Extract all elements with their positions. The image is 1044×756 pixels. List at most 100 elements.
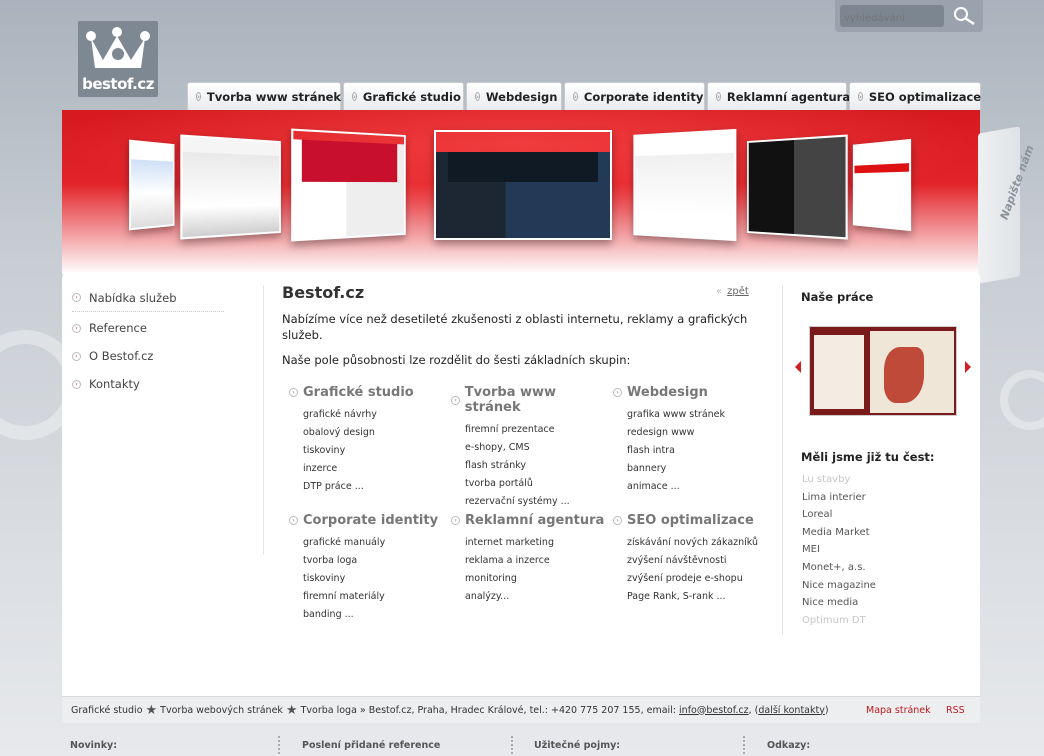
bottom-latest-references[interactable]: Poslení přidané reference bbox=[302, 740, 440, 751]
tab-tvorba-www[interactable]: › Tvorba www stránek bbox=[187, 82, 341, 110]
logo[interactable]: bestof.cz bbox=[78, 21, 158, 97]
service-group-title[interactable]: › Grafické studio bbox=[289, 385, 449, 400]
nav-bullet-icon: › bbox=[72, 351, 81, 361]
service-group-title[interactable]: › SEO optimalizace bbox=[613, 513, 773, 528]
service-link[interactable]: redesign www bbox=[627, 424, 773, 442]
reference-screenshot-6[interactable] bbox=[747, 134, 848, 240]
client-item[interactable]: Media Market bbox=[802, 524, 876, 542]
footer-link-loga[interactable]: Tvorba loga bbox=[301, 705, 357, 716]
service-link[interactable]: tvorba loga bbox=[303, 552, 449, 570]
service-link[interactable]: DTP práce ... bbox=[303, 478, 449, 496]
carousel-work-image[interactable] bbox=[809, 326, 957, 416]
nav-bullet-icon: › bbox=[72, 379, 81, 389]
work-carousel bbox=[793, 318, 973, 422]
intro-text-2: Naše pole působnosti lze rozdělit do šes… bbox=[282, 353, 631, 367]
service-group-tvorba-www: › Tvorba www stránek firemní prezentace e… bbox=[451, 385, 611, 511]
nav-item-reference[interactable]: › Reference bbox=[72, 314, 224, 342]
service-link[interactable]: obalový design bbox=[303, 424, 449, 442]
client-item[interactable]: Loreal bbox=[802, 506, 876, 524]
group-bullet-icon: › bbox=[451, 395, 460, 405]
service-group-title-text: Webdesign bbox=[627, 385, 708, 400]
service-group-title[interactable]: › Corporate identity bbox=[289, 513, 449, 528]
service-link[interactable]: tvorba portálů bbox=[465, 475, 611, 493]
service-link[interactable]: firemní prezentace bbox=[465, 421, 611, 439]
footer-email-link[interactable]: info@bestof.cz bbox=[679, 705, 749, 716]
reference-screenshot-4[interactable] bbox=[434, 130, 612, 240]
client-item[interactable]: Monet+, a.s. bbox=[802, 559, 876, 577]
service-link[interactable]: grafické manuály bbox=[303, 534, 449, 552]
service-group-title-text: SEO optimalizace bbox=[627, 513, 754, 528]
service-link[interactable]: získávání nových zákazníků bbox=[627, 534, 773, 552]
client-item[interactable]: Optimum DT bbox=[802, 612, 876, 630]
tab-reklamni-agentura[interactable]: › Reklamní agentura bbox=[707, 82, 851, 110]
service-group-title[interactable]: › Reklamní agentura bbox=[451, 513, 611, 528]
footer-more-contacts-link[interactable]: další kontakty bbox=[758, 705, 825, 716]
search-icon[interactable] bbox=[952, 6, 976, 26]
service-link[interactable]: monitoring bbox=[465, 570, 611, 588]
rss-link[interactable]: RSS bbox=[946, 705, 965, 716]
reference-screenshot-2[interactable] bbox=[180, 134, 281, 240]
tab-label: SEO optimalizace bbox=[868, 89, 982, 104]
tab-label: Reklamní agentura bbox=[726, 89, 851, 104]
service-link[interactable]: inzerce bbox=[303, 460, 449, 478]
service-link[interactable]: internet marketing bbox=[465, 534, 611, 552]
service-link[interactable]: tiskoviny bbox=[303, 570, 449, 588]
service-link[interactable]: animace ... bbox=[627, 478, 773, 496]
bottom-news[interactable]: Novinky: bbox=[70, 740, 117, 751]
client-item[interactable]: MEI bbox=[802, 541, 876, 559]
service-link[interactable]: flash stránky bbox=[465, 457, 611, 475]
nav-label: Nabídka služeb bbox=[89, 290, 177, 305]
service-link[interactable]: zvýšení návštěvnosti bbox=[627, 552, 773, 570]
tab-graficke-studio[interactable]: › Grafické studio bbox=[343, 82, 464, 110]
bottom-links[interactable]: Odkazy: bbox=[767, 740, 810, 751]
service-group-title[interactable]: › Webdesign bbox=[613, 385, 773, 400]
service-link[interactable]: e-shopy, CMS bbox=[465, 439, 611, 457]
tab-bullet-icon: › bbox=[196, 92, 201, 101]
client-item[interactable]: Lima interier bbox=[802, 489, 876, 507]
service-group-title[interactable]: › Tvorba www stránek bbox=[451, 385, 611, 415]
service-link[interactable]: tiskoviny bbox=[303, 442, 449, 460]
reference-screenshot-3[interactable] bbox=[291, 128, 406, 242]
reference-screenshot-1[interactable] bbox=[129, 139, 175, 231]
sitemap-link[interactable]: Mapa stránek bbox=[866, 705, 931, 716]
service-link[interactable]: zvýšení prodeje e-shopu bbox=[627, 570, 773, 588]
reference-screenshot-5[interactable] bbox=[633, 128, 737, 242]
back-arrows-icon: « bbox=[716, 286, 723, 297]
service-link[interactable]: banding ... bbox=[303, 606, 449, 624]
client-item[interactable]: Nice magazine bbox=[802, 577, 876, 595]
service-link[interactable]: analýzy... bbox=[465, 588, 611, 606]
tab-corporate-identity[interactable]: › Corporate identity bbox=[564, 82, 705, 110]
service-link[interactable]: flash intra bbox=[627, 442, 773, 460]
reference-screenshot-7[interactable] bbox=[852, 138, 912, 232]
carousel-prev-icon[interactable] bbox=[795, 361, 801, 373]
service-link[interactable]: bannery bbox=[627, 460, 773, 478]
nav-item-nabidka[interactable]: › Nabídka služeb bbox=[72, 284, 224, 312]
footer-link-graficke[interactable]: Grafické studio bbox=[71, 705, 143, 716]
nav-item-kontakty[interactable]: › Kontakty bbox=[72, 370, 224, 398]
tab-seo-optimalizace[interactable]: › SEO optimalizace bbox=[849, 82, 981, 110]
service-link[interactable]: grafika www stránek bbox=[627, 406, 773, 424]
divider-right bbox=[782, 285, 783, 635]
service-group-graficke: › Grafické studio grafické návrhy obalový… bbox=[289, 385, 449, 496]
service-link[interactable]: grafické návrhy bbox=[303, 406, 449, 424]
logo-text: bestof.cz bbox=[82, 75, 154, 93]
service-link[interactable]: Page Rank, S-rank ... bbox=[627, 588, 773, 606]
client-item[interactable]: Lu stavby bbox=[802, 471, 876, 489]
service-link[interactable]: reklama a inzerce bbox=[465, 552, 611, 570]
bottom-useful-terms[interactable]: Užitečné pojmy: bbox=[534, 740, 620, 751]
tab-label: Corporate identity bbox=[583, 89, 704, 104]
service-link[interactable]: rezervační systémy ... bbox=[465, 493, 611, 511]
carousel-next-icon[interactable] bbox=[965, 361, 971, 373]
bottom-divider bbox=[743, 736, 745, 754]
client-item[interactable]: Nice media bbox=[802, 594, 876, 612]
service-link[interactable]: firemní materiály bbox=[303, 588, 449, 606]
footer-link-tvorba-web[interactable]: Tvorba webových stránek bbox=[160, 705, 283, 716]
tab-bullet-icon: › bbox=[352, 92, 357, 101]
tab-webdesign[interactable]: › Webdesign bbox=[466, 82, 562, 110]
search-input[interactable] bbox=[840, 5, 944, 27]
back-link[interactable]: « zpět bbox=[716, 286, 749, 297]
nav-item-o-bestof[interactable]: › O Bestof.cz bbox=[72, 342, 224, 370]
footer-bar: Grafické studio ★ Tvorba webových stráne… bbox=[62, 696, 980, 723]
content-header: Bestof.cz bbox=[282, 283, 762, 302]
service-group-title-text: Grafické studio bbox=[303, 385, 414, 400]
